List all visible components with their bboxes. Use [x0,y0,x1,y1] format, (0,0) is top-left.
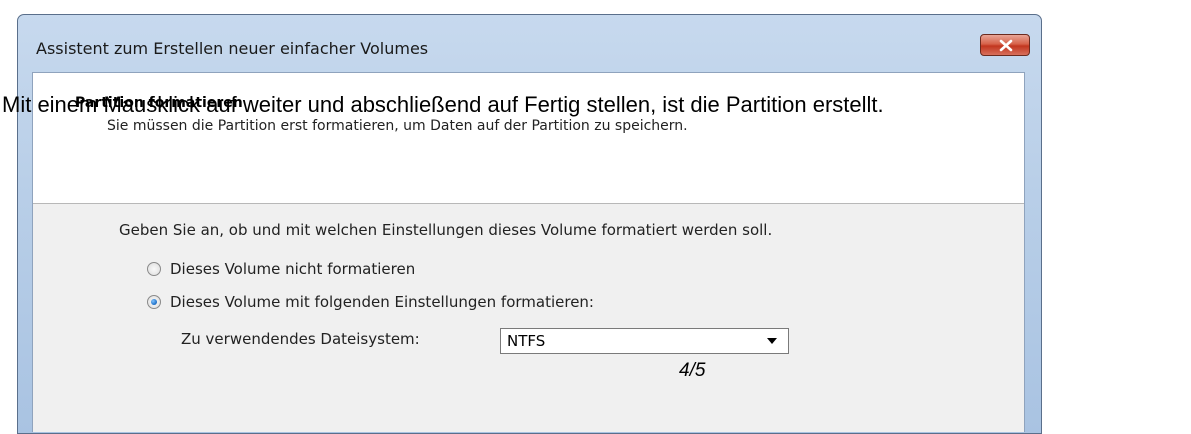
caption-overlay: Mit einem Mausklick auf weiter und absch… [2,92,884,117]
wizard-window: Assistent zum Erstellen neuer einfacher … [17,14,1042,434]
filesystem-label: Zu verwendendes Dateisystem: [181,330,420,348]
close-button[interactable] [980,34,1030,56]
page-subtitle: Sie müssen die Partition erst formatiere… [107,118,688,134]
radio-button[interactable] [147,262,161,276]
radio-format[interactable]: Dieses Volume mit folgenden Einstellunge… [147,293,594,311]
filesystem-value: NTFS [507,332,546,350]
wizard-client-area: Partition formatieren Sie müssen die Par… [32,72,1025,432]
chevron-down-icon [767,338,777,344]
radio-label: Dieses Volume nicht formatieren [170,260,416,278]
page-indicator: 4/5 [679,360,706,381]
title-bar[interactable]: Assistent zum Erstellen neuer einfacher … [18,15,1041,71]
radio-no-format[interactable]: Dieses Volume nicht formatieren [147,260,415,278]
radio-label: Dieses Volume mit folgenden Einstellunge… [170,293,594,311]
intro-text: Geben Sie an, ob und mit welchen Einstel… [119,221,773,239]
close-icon [999,39,1013,52]
wizard-body: Geben Sie an, ob und mit welchen Einstel… [33,204,1024,432]
radio-button-selected[interactable] [147,295,161,309]
window-title: Assistent zum Erstellen neuer einfacher … [36,39,429,58]
filesystem-select[interactable]: NTFS [500,328,789,354]
